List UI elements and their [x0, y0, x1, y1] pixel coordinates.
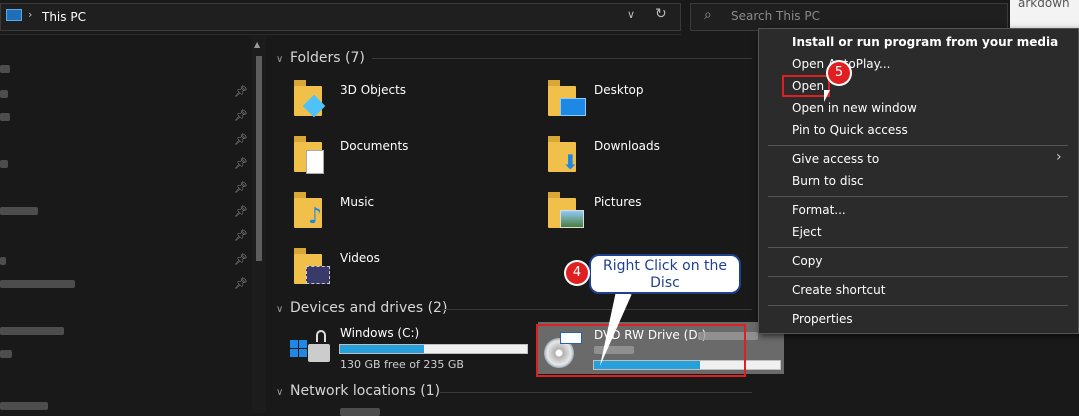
pictures-folder-icon — [548, 192, 584, 228]
address-dropdown-icon[interactable]: ∨ — [627, 8, 635, 21]
nav-item-blurred[interactable] — [0, 207, 38, 215]
group-divider — [372, 58, 752, 59]
nav-item-blurred[interactable] — [0, 160, 8, 168]
submenu-chevron-icon: › — [1056, 149, 1062, 165]
group-header-network[interactable]: Network locations (1) — [290, 383, 440, 399]
music-folder-icon: ♪ — [294, 192, 322, 228]
menu-item-burn-disc[interactable]: Burn to disc — [792, 174, 864, 188]
step-badge-5: 5 — [828, 62, 850, 84]
navigation-pane: 📌︎ 📌︎ 📌︎ 📌︎ 📌︎ 📌︎ 📌︎ 📌︎ 📌︎ — [0, 35, 250, 413]
folder-item[interactable]: 3D Objects — [294, 78, 494, 122]
folder-item[interactable]: Desktop — [548, 78, 748, 122]
menu-separator — [768, 196, 1068, 197]
group-header-folders[interactable]: Folders (7) — [290, 50, 365, 66]
folder-item[interactable]: Documents — [294, 134, 494, 178]
nav-item-blurred[interactable] — [0, 65, 10, 73]
pin-icon[interactable]: 📌︎ — [234, 205, 248, 218]
menu-item-properties[interactable]: Properties — [792, 312, 853, 326]
folder-label: Desktop — [594, 83, 644, 97]
desktop-folder-icon — [548, 80, 586, 116]
menu-separator — [768, 276, 1068, 277]
drive-usage-bar — [339, 344, 528, 354]
menu-item-format[interactable]: Format... — [792, 203, 846, 217]
3d-objects-icon — [294, 80, 326, 118]
callout-right-click: Right Click on the Disc — [589, 254, 741, 294]
menu-separator — [768, 145, 1068, 146]
pin-icon[interactable]: 📌︎ — [234, 253, 248, 266]
nav-item-blurred[interactable] — [0, 280, 75, 288]
group-divider — [442, 309, 752, 310]
pin-icon[interactable]: 📌︎ — [234, 181, 248, 194]
pin-icon[interactable]: 📌︎ — [234, 85, 248, 98]
scroll-up-icon[interactable]: ▲ — [254, 40, 260, 49]
pin-icon[interactable]: 📌︎ — [234, 229, 248, 242]
nav-scrollbar-thumb[interactable] — [256, 56, 262, 261]
menu-item-install-run[interactable]: Install or run program from your media — [792, 35, 1058, 49]
menu-item-pin-quick-access[interactable]: Pin to Quick access — [792, 123, 908, 137]
drive-free-space: 130 GB free of 235 GB — [340, 358, 464, 371]
folder-item[interactable]: Pictures — [548, 190, 748, 234]
pin-icon[interactable]: 📌︎ — [234, 133, 248, 146]
documents-folder-icon — [294, 136, 324, 174]
nav-item-blurred[interactable] — [0, 113, 10, 121]
menu-item-give-access[interactable]: Give access to — [792, 152, 879, 166]
pin-icon[interactable]: 📌︎ — [234, 157, 248, 170]
nav-item-blurred[interactable] — [0, 350, 12, 358]
breadcrumb-chevron-icon[interactable]: › — [28, 8, 32, 21]
menu-item-eject[interactable]: Eject — [792, 225, 822, 239]
dvd-drive-highlight-box — [536, 324, 746, 377]
nav-item-blurred[interactable] — [0, 90, 8, 98]
pin-icon[interactable]: 📌︎ — [234, 277, 248, 290]
search-icon: ⌕ — [704, 7, 712, 23]
folder-label: Videos — [340, 251, 380, 265]
group-header-devices[interactable]: Devices and drives (2) — [290, 300, 447, 316]
nav-item-blurred[interactable] — [0, 257, 6, 265]
folder-label: Music — [340, 195, 375, 209]
network-item-blurred[interactable] — [340, 408, 380, 416]
folder-item[interactable]: ⬇ Downloads — [548, 134, 748, 178]
mouse-cursor-icon — [824, 90, 830, 102]
folder-label: 3D Objects — [340, 83, 407, 97]
nav-item-blurred[interactable] — [0, 327, 64, 335]
menu-separator — [768, 247, 1068, 248]
refresh-icon[interactable]: ↻ — [655, 6, 667, 22]
group-collapse-icon[interactable]: ∨ — [276, 54, 283, 65]
drive-item-c[interactable]: Windows (C:) 130 GB free of 235 GB — [286, 322, 532, 371]
breadcrumb-this-pc[interactable]: This PC — [42, 10, 86, 24]
menu-item-copy[interactable]: Copy — [792, 254, 822, 268]
pin-icon[interactable]: 📌︎ — [234, 109, 248, 122]
downloads-folder-icon: ⬇ — [548, 136, 579, 172]
group-divider — [440, 392, 752, 393]
menu-item-create-shortcut[interactable]: Create shortcut — [792, 283, 885, 297]
menu-item-open[interactable]: Open — [792, 79, 824, 93]
drive-usage-fill — [340, 345, 425, 353]
nav-item-blurred[interactable] — [0, 402, 48, 410]
step-badge-4: 4 — [566, 262, 588, 284]
folder-label: Documents — [340, 139, 409, 153]
folder-label: Pictures — [594, 195, 642, 209]
folder-item[interactable]: Videos — [294, 246, 494, 290]
background-window-text: arkdown — [1018, 0, 1070, 10]
group-collapse-icon[interactable]: ∨ — [276, 387, 283, 398]
videos-folder-icon — [294, 248, 330, 284]
menu-item-open-new-window[interactable]: Open in new window — [792, 101, 917, 115]
menu-separator — [768, 305, 1068, 306]
folder-item[interactable]: ♪ Music — [294, 190, 494, 234]
search-placeholder: Search This PC — [731, 9, 820, 23]
group-collapse-icon[interactable]: ∨ — [276, 304, 283, 315]
folder-label: Downloads — [594, 139, 660, 153]
this-pc-icon — [6, 9, 22, 21]
windows-drive-icon — [290, 328, 334, 364]
drive-label: Windows (C:) — [340, 326, 420, 340]
address-bar[interactable] — [0, 3, 681, 31]
